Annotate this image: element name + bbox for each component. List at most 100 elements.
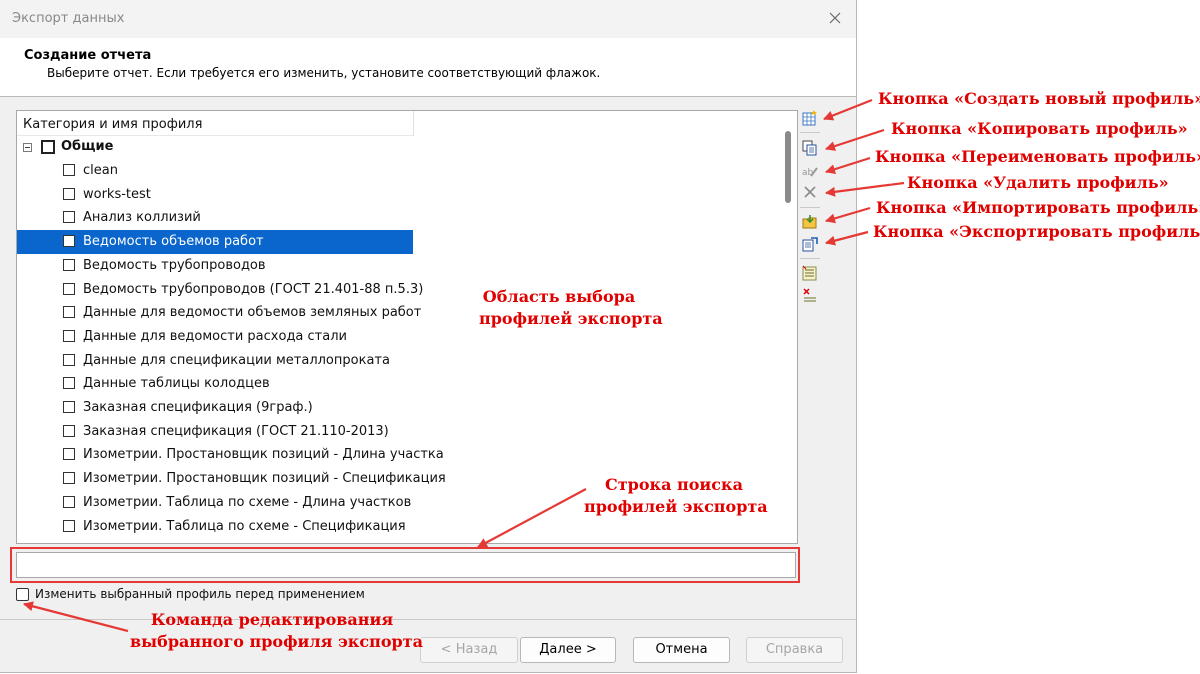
tree-item-row[interactable]: Изометрии. Простановщик позиций - Длина …	[17, 443, 444, 467]
rename-profile-button[interactable]: ab	[800, 161, 820, 181]
profile-checkbox[interactable]	[63, 495, 75, 508]
tree-item-row[interactable]: Ведомость трубопроводов	[17, 254, 413, 278]
delete-profile-icon	[804, 186, 816, 198]
profile-checkbox[interactable]	[63, 353, 75, 366]
tree-group-row[interactable]: Общие	[17, 135, 413, 159]
toolbar-separator	[800, 132, 820, 133]
annotation-rename: Кнопка «Переименовать профиль»	[875, 147, 1200, 166]
cancel-button[interactable]: Отмена	[633, 637, 730, 663]
window-title: Экспорт данных	[12, 11, 125, 26]
tree-item-row[interactable]: Изометрии. Простановщик позиций - Специф…	[17, 467, 446, 491]
annotation-copy: Кнопка «Копировать профиль»	[891, 119, 1188, 138]
profile-checkbox[interactable]	[63, 211, 75, 224]
tree-item-row[interactable]: Данные для ведомости расхода стали	[17, 325, 413, 349]
profile-label: Изометрии. Таблица по схеме - Длина учас…	[83, 494, 412, 510]
close-button[interactable]	[818, 4, 854, 34]
title-bar: Экспорт данных	[0, 0, 856, 38]
annotation-area-line2: профилей экспорта	[479, 309, 663, 328]
profile-label: Заказная спецификация (9граф.)	[83, 400, 313, 415]
profile-checkbox[interactable]	[63, 472, 75, 485]
new-profile-button[interactable]	[800, 108, 820, 128]
annotation-edit-line2: выбранного профиля экспорта	[130, 632, 423, 651]
help-button[interactable]: Справка	[746, 637, 843, 663]
profile-label: Ведомость объемов работ	[83, 234, 264, 250]
profile-label: clean	[83, 163, 118, 178]
tree-item-row[interactable]: Анализ коллизий	[17, 206, 413, 230]
tree-scrollbar[interactable]	[781, 111, 797, 543]
profile-label: Заказная спецификация (ГОСТ 21.110-2013)	[83, 423, 389, 439]
profile-checkbox[interactable]	[63, 401, 75, 413]
next-button[interactable]: Далее >	[520, 637, 616, 663]
profile-label: Данные для ведомости расхода стали	[83, 328, 347, 344]
export-profile-button[interactable]	[800, 234, 820, 254]
profile-label: Ведомость трубопроводов (ГОСТ 21.401-88 …	[83, 281, 424, 297]
profile-label: Данные таблицы колодцев	[83, 376, 270, 392]
delete-profile-button[interactable]	[800, 182, 820, 202]
clear-selection-icon	[803, 288, 816, 302]
export-profile-icon	[802, 237, 818, 252]
profile-checkbox[interactable]	[63, 164, 75, 176]
copy-profile-button[interactable]	[800, 138, 820, 158]
close-icon	[829, 12, 841, 24]
profile-checkbox[interactable]	[63, 424, 75, 437]
tree-item-row[interactable]: Данные для ведомости объемов земляных ра…	[17, 301, 421, 325]
annotation-create: Кнопка «Создать новый профиль»	[878, 89, 1200, 108]
profile-label: Анализ коллизий	[83, 210, 201, 226]
import-profile-button[interactable]	[800, 212, 820, 232]
tree-item-row[interactable]: Заказная спецификация (ГОСТ 21.110-2013)	[17, 420, 413, 444]
tree-item-row[interactable]: Изометрии. Таблица по схеме - Длина учас…	[17, 491, 413, 515]
select-all-icon	[802, 265, 817, 281]
profile-checkbox[interactable]	[63, 519, 75, 532]
export-dialog: Экспорт данных Создание отчета Выберите …	[0, 0, 857, 673]
copy-profile-icon	[802, 140, 817, 156]
profile-label: Изометрии. Таблица по схеме - Спецификац…	[83, 518, 406, 534]
new-profile-icon	[802, 110, 817, 126]
back-button[interactable]: < Назад	[420, 637, 518, 663]
profile-label: Ведомость трубопроводов	[83, 257, 266, 273]
profile-label: works-test	[83, 186, 151, 202]
profile-checkbox[interactable]	[63, 329, 75, 342]
profile-checkbox[interactable]	[63, 235, 75, 248]
column-header-label: Категория и имя профиля	[23, 117, 203, 132]
tree-item-row[interactable]: Заказная спецификация (9граф.)	[17, 396, 413, 420]
group-checkbox[interactable]	[41, 140, 55, 154]
profile-checkbox[interactable]	[63, 306, 75, 319]
toolbar-separator	[800, 207, 820, 208]
profile-checkbox[interactable]	[63, 448, 75, 461]
profile-checkbox[interactable]	[63, 282, 75, 295]
annotation-area: Область выбора профилей экспорта	[479, 286, 663, 330]
annotation-import: Кнопка «Импортировать профиль»	[876, 198, 1200, 217]
wizard-header: Создание отчета Выберите отчет. Если тре…	[0, 38, 856, 97]
annotation-delete: Кнопка «Удалить профиль»	[907, 173, 1169, 192]
edit-profile-label[interactable]: Изменить выбранный профиль перед примене…	[35, 587, 365, 601]
scroll-thumb[interactable]	[785, 131, 791, 203]
clear-selection-button[interactable]	[800, 285, 820, 305]
tree-item-row[interactable]: Ведомость объемов работ	[17, 230, 413, 255]
tree-item-row[interactable]: Данные для спецификации металлопроката	[17, 349, 413, 373]
tree-item-row[interactable]: Данные таблицы колодцев	[17, 372, 413, 396]
header-title: Создание отчета	[24, 48, 152, 63]
group-label: Общие	[61, 139, 114, 154]
collapse-icon[interactable]	[23, 143, 32, 152]
import-profile-icon	[802, 215, 817, 229]
annotation-edit-line1: Команда редактирования	[150, 610, 394, 629]
tree-item-row[interactable]: clean	[17, 159, 413, 183]
search-input[interactable]	[16, 552, 796, 578]
select-all-button[interactable]	[800, 263, 820, 283]
annotation-export: Кнопка «Экспортировать профиль»	[873, 222, 1200, 241]
annotation-search-line1: Строка поиска	[605, 475, 743, 494]
tree-item-row[interactable]: Изометрии. Таблица по схеме - Спецификац…	[17, 515, 413, 539]
annotation-search-line2: профилей экспорта	[584, 497, 768, 516]
column-header[interactable]: Категория и имя профиля	[17, 111, 414, 136]
profile-checkbox[interactable]	[63, 258, 75, 271]
toolbar-separator	[800, 258, 820, 259]
tree-item-row[interactable]: works-test	[17, 183, 413, 207]
profile-label: Изометрии. Простановщик позиций - Длина …	[83, 447, 444, 463]
annotation-search: Строка поиска профилей экспорта	[584, 474, 768, 518]
header-subtitle: Выберите отчет. Если требуется его измен…	[47, 66, 601, 80]
profile-checkbox[interactable]	[63, 187, 75, 200]
edit-profile-checkbox[interactable]	[16, 588, 29, 601]
annotation-area-line1: Область выбора	[482, 287, 636, 306]
profile-checkbox[interactable]	[63, 377, 75, 390]
tree-item-row[interactable]: Ведомость трубопроводов (ГОСТ 21.401-88 …	[17, 278, 423, 302]
